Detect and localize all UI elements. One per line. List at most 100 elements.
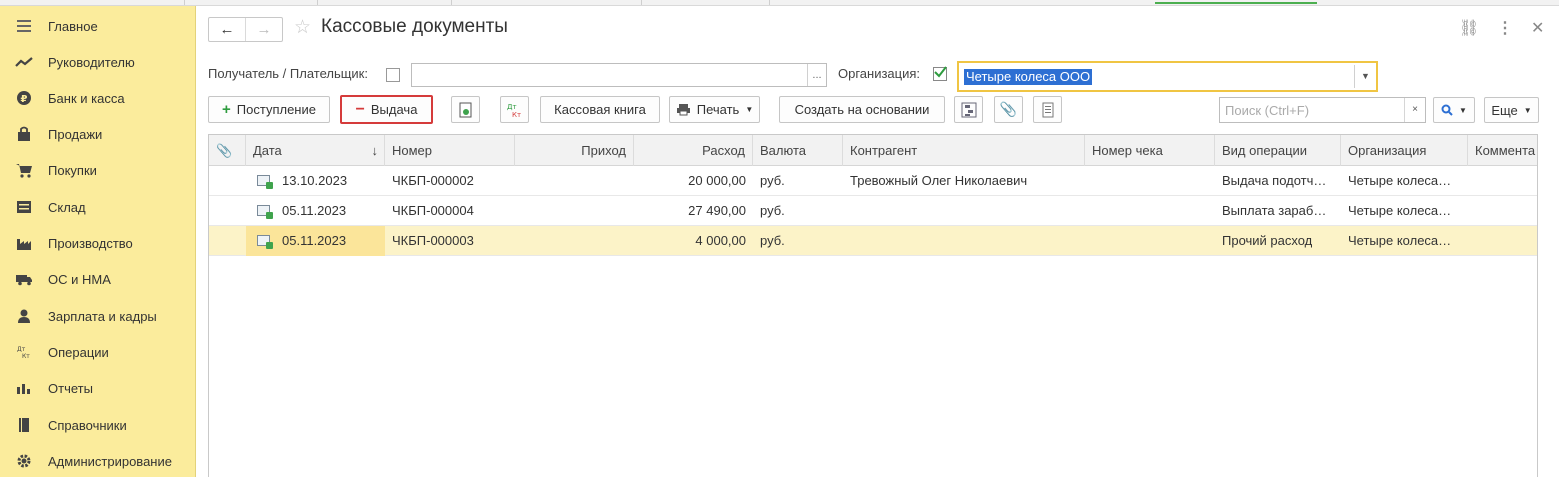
receipt-button[interactable]: + Поступление bbox=[208, 96, 330, 123]
column-header-expense[interactable]: Расход bbox=[634, 135, 753, 166]
minus-icon: − bbox=[355, 100, 365, 118]
nav-buttons: ← → bbox=[208, 17, 283, 42]
search-button[interactable]: ▼ bbox=[1433, 97, 1475, 123]
sidebar-item-sales[interactable]: Продажи bbox=[0, 116, 196, 152]
factory-icon bbox=[0, 235, 48, 251]
column-header-operation[interactable]: Вид операции bbox=[1215, 135, 1341, 166]
truck-icon bbox=[0, 272, 48, 286]
create-based-button[interactable]: Создать на основании bbox=[779, 96, 945, 123]
org-input[interactable]: Четыре колеса ООО ▼ bbox=[957, 61, 1378, 92]
sidebar: Главное Руководителю ₽ Банк и касса Прод… bbox=[0, 6, 196, 477]
svg-text:Дт: Дт bbox=[17, 346, 26, 353]
sidebar-item-manager[interactable]: Руководителю bbox=[0, 44, 196, 80]
forward-button[interactable]: → bbox=[245, 18, 282, 41]
cashbook-button[interactable]: Кассовая книга bbox=[540, 96, 660, 123]
close-icon[interactable]: ✕ bbox=[1531, 18, 1544, 38]
gear-icon bbox=[0, 453, 48, 469]
issue-button[interactable]: − Выдача bbox=[340, 95, 433, 124]
payer-input[interactable]: ... bbox=[411, 63, 827, 87]
dtkt-button[interactable]: Дт Кт bbox=[500, 96, 529, 123]
link-icon[interactable]: ⛓ bbox=[1459, 18, 1479, 38]
list-button[interactable] bbox=[1033, 96, 1062, 123]
print-button[interactable]: Печать ▼ bbox=[669, 96, 760, 123]
table-row-selected[interactable]: 05.11.2023 ЧКБП-000003 4 000,00 руб. Про… bbox=[209, 226, 1537, 256]
sidebar-item-reports[interactable]: Отчеты bbox=[0, 370, 196, 406]
hierarchy-icon bbox=[961, 102, 976, 117]
sidebar-item-admin[interactable]: Администрирование bbox=[0, 443, 196, 479]
printer-icon bbox=[676, 104, 690, 116]
column-header-currency[interactable]: Валюта bbox=[753, 135, 843, 166]
document-list-icon bbox=[1042, 102, 1053, 117]
cash-document-icon bbox=[257, 175, 273, 189]
table-row[interactable]: 13.10.2023 ЧКБП-000002 20 000,00 руб. Тр… bbox=[209, 166, 1537, 196]
copy-doc-button[interactable] bbox=[451, 96, 480, 123]
sidebar-item-fixed-assets[interactable]: ОС и НМА bbox=[0, 261, 196, 297]
book-icon bbox=[0, 417, 48, 433]
sidebar-item-bank[interactable]: ₽ Банк и касса bbox=[0, 80, 196, 116]
paperclip-icon: 📎 bbox=[216, 143, 233, 158]
sidebar-item-production[interactable]: Производство bbox=[0, 225, 196, 261]
warehouse-icon bbox=[0, 200, 48, 214]
sidebar-item-operations[interactable]: Дт Кт Операции bbox=[0, 334, 196, 370]
paperclip-icon: 📎 bbox=[999, 101, 1018, 117]
chevron-down-icon[interactable]: ▼ bbox=[1354, 65, 1376, 88]
main-panel: ← → ☆ Кассовые документы ⛓ ⋮ ✕ Получател… bbox=[197, 6, 1559, 477]
structure-button[interactable] bbox=[954, 96, 983, 123]
column-header-number[interactable]: Номер bbox=[385, 135, 515, 166]
sidebar-item-purchases[interactable]: Покупки bbox=[0, 152, 196, 188]
search-icon bbox=[1441, 104, 1453, 116]
menu-icon bbox=[0, 19, 48, 33]
cart-icon bbox=[0, 162, 48, 178]
sort-arrow-icon: ↓ bbox=[371, 143, 379, 158]
tab-segment[interactable] bbox=[185, 0, 318, 5]
doc-copy-icon bbox=[459, 102, 471, 117]
attach-button[interactable]: 📎 bbox=[994, 96, 1023, 123]
svg-text:Кт: Кт bbox=[512, 111, 521, 118]
tab-segment[interactable] bbox=[642, 0, 770, 5]
back-button[interactable]: ← bbox=[209, 18, 245, 41]
sidebar-item-main[interactable]: Главное bbox=[0, 8, 196, 44]
more-menu-icon[interactable]: ⋮ bbox=[1497, 18, 1513, 38]
sidebar-item-directories[interactable]: Справочники bbox=[0, 407, 196, 443]
column-header-check-number[interactable]: Номер чека bbox=[1085, 135, 1215, 166]
svg-text:Дт: Дт bbox=[507, 103, 517, 111]
org-label: Организация: bbox=[838, 66, 921, 81]
plus-icon: + bbox=[222, 101, 231, 118]
org-checkbox[interactable] bbox=[933, 66, 947, 81]
svg-text:₽: ₽ bbox=[21, 94, 28, 105]
bar-chart-icon bbox=[0, 381, 48, 395]
column-header-organization[interactable]: Организация bbox=[1341, 135, 1468, 166]
tab-segment[interactable] bbox=[452, 0, 642, 5]
tab-segment[interactable] bbox=[0, 0, 185, 5]
page-title: Кассовые документы bbox=[321, 16, 508, 37]
bag-icon bbox=[0, 126, 48, 142]
svg-text:Кт: Кт bbox=[22, 353, 30, 359]
chevron-down-icon: ▼ bbox=[745, 105, 754, 114]
person-icon bbox=[0, 308, 48, 324]
column-header-counterparty[interactable]: Контрагент bbox=[843, 135, 1085, 166]
more-button[interactable]: Еще ▼ bbox=[1484, 97, 1539, 123]
sidebar-item-warehouse[interactable]: Склад bbox=[0, 189, 196, 225]
dt-kt-icon: ДтКт bbox=[507, 103, 521, 118]
dt-kt-icon: ДтКт bbox=[0, 345, 48, 359]
search-input[interactable]: Поиск (Ctrl+F) × bbox=[1219, 97, 1426, 123]
cash-document-icon bbox=[257, 205, 273, 219]
active-tab-indicator bbox=[1155, 2, 1317, 4]
documents-table: 📎 Дата ↓ Номер Приход Расход Валюта Конт… bbox=[208, 134, 1538, 477]
payer-label: Получатель / Плательщик: bbox=[208, 66, 368, 81]
chevron-down-icon: ▼ bbox=[1459, 105, 1467, 115]
search-clear-button[interactable]: × bbox=[1404, 98, 1425, 122]
column-header-income[interactable]: Приход bbox=[515, 135, 634, 166]
table-row[interactable]: 05.11.2023 ЧКБП-000004 27 490,00 руб. Вы… bbox=[209, 196, 1537, 226]
sidebar-item-salary[interactable]: Зарплата и кадры bbox=[0, 298, 196, 334]
table-header: 📎 Дата ↓ Номер Приход Расход Валюта Конт… bbox=[209, 135, 1537, 166]
column-header-date[interactable]: Дата ↓ bbox=[246, 135, 385, 166]
payer-checkbox[interactable] bbox=[386, 68, 400, 82]
payer-select-button[interactable]: ... bbox=[807, 64, 826, 86]
attachment-column-header[interactable]: 📎 bbox=[209, 135, 246, 166]
tab-segment[interactable] bbox=[318, 0, 452, 5]
favorite-star-icon[interactable]: ☆ bbox=[294, 16, 311, 39]
coin-icon: ₽ bbox=[0, 90, 48, 106]
chevron-down-icon: ▼ bbox=[1523, 105, 1532, 115]
column-header-comment[interactable]: Коммента bbox=[1468, 135, 1537, 166]
